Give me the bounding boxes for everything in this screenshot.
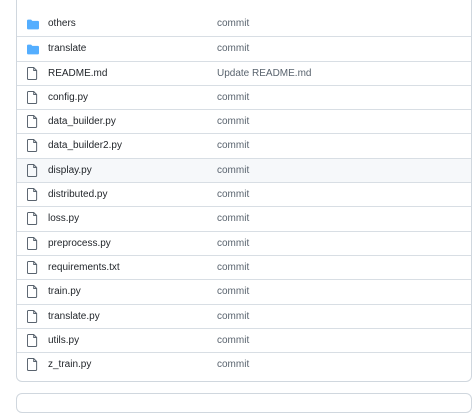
commit-message-link[interactable]: commit bbox=[217, 188, 249, 201]
file-icon bbox=[26, 333, 39, 348]
commit-message-link[interactable]: commit bbox=[217, 139, 249, 152]
file-name-link[interactable]: others bbox=[48, 17, 76, 30]
commit-message-link[interactable]: commit bbox=[217, 212, 249, 225]
file-row[interactable]: translate.py commit bbox=[17, 303, 471, 328]
file-name-link[interactable]: config.py bbox=[48, 91, 88, 104]
file-row[interactable]: requirements.txt commit bbox=[17, 254, 471, 279]
commit-message-link[interactable]: commit bbox=[217, 310, 249, 323]
file-row[interactable]: distributed.py commit bbox=[17, 182, 471, 206]
file-name-link[interactable]: loss.py bbox=[48, 212, 79, 225]
file-name-link[interactable]: translate.py bbox=[48, 310, 100, 323]
commit-message-link[interactable]: commit bbox=[217, 164, 249, 177]
commit-message-link[interactable]: commit bbox=[217, 261, 249, 274]
commit-message-link[interactable]: commit bbox=[217, 358, 249, 371]
file-name-link[interactable]: utils.py bbox=[48, 334, 79, 347]
file-name-link[interactable]: z_train.py bbox=[48, 358, 91, 371]
file-icon bbox=[26, 358, 39, 372]
file-row[interactable]: data_builder2.py commit bbox=[17, 133, 471, 157]
file-row[interactable]: data_builder.py commit bbox=[17, 109, 471, 133]
file-name-link[interactable]: display.py bbox=[48, 164, 92, 177]
file-icon bbox=[26, 163, 39, 178]
file-icon bbox=[26, 188, 39, 202]
file-name-link[interactable]: README.md bbox=[48, 67, 107, 80]
commit-message-link[interactable]: Update README.md bbox=[217, 67, 311, 80]
file-icon bbox=[26, 90, 39, 105]
file-row[interactable]: train.py commit bbox=[17, 279, 471, 303]
file-row[interactable]: config.py commit bbox=[17, 84, 471, 109]
commit-message-link[interactable]: commit bbox=[217, 91, 249, 104]
file-icon bbox=[26, 285, 39, 299]
file-list: others commit translate commit README.md Upda… bbox=[17, 12, 471, 376]
commit-message-link[interactable]: commit bbox=[217, 334, 249, 347]
commit-message-link[interactable]: commit bbox=[217, 115, 249, 128]
file-icon bbox=[26, 236, 39, 251]
file-row[interactable]: display.py commit bbox=[17, 157, 471, 183]
file-name-link[interactable]: translate bbox=[48, 42, 86, 55]
commit-message-link[interactable]: commit bbox=[217, 285, 249, 298]
file-name-link[interactable]: train.py bbox=[48, 285, 81, 298]
file-name-link[interactable]: preprocess.py bbox=[48, 237, 111, 250]
file-list-box: others commit translate commit README.md Upda… bbox=[16, 0, 472, 382]
file-icon bbox=[26, 309, 39, 324]
readme-box bbox=[16, 393, 472, 413]
file-name-link[interactable]: requirements.txt bbox=[48, 261, 120, 274]
file-icon bbox=[26, 115, 39, 129]
file-row[interactable]: others commit bbox=[17, 12, 471, 36]
folder-icon bbox=[27, 17, 39, 31]
file-name-link[interactable]: data_builder2.py bbox=[48, 139, 122, 152]
file-icon bbox=[26, 66, 39, 81]
commit-message-link[interactable]: commit bbox=[217, 237, 249, 250]
file-row[interactable]: translate commit bbox=[17, 36, 471, 60]
file-icon bbox=[26, 139, 39, 153]
file-row[interactable]: preprocess.py commit bbox=[17, 230, 471, 255]
file-row[interactable]: z_train.py commit bbox=[17, 352, 471, 376]
commit-message-link[interactable]: commit bbox=[217, 42, 249, 55]
file-name-link[interactable]: data_builder.py bbox=[48, 115, 116, 128]
file-row[interactable]: loss.py commit bbox=[17, 206, 471, 230]
file-row[interactable]: utils.py commit bbox=[17, 327, 471, 352]
file-name-link[interactable]: distributed.py bbox=[48, 188, 107, 201]
commit-message-link[interactable]: commit bbox=[217, 17, 249, 30]
file-row[interactable]: README.md Update README.md bbox=[17, 60, 471, 85]
file-icon bbox=[26, 261, 39, 275]
file-icon bbox=[26, 212, 39, 226]
folder-icon bbox=[27, 42, 39, 56]
